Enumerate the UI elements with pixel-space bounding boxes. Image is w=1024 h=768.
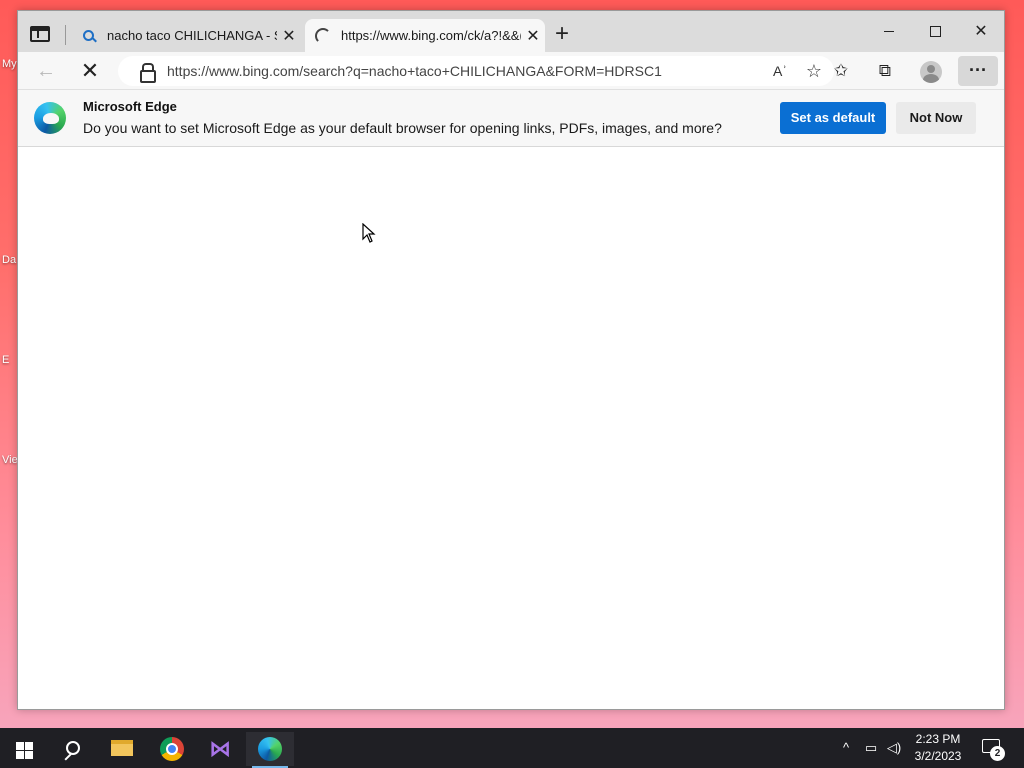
desktop-icon-fragment[interactable]: E [0, 354, 18, 384]
edge-browser-window: nacho taco CHILICHANGA - Sear ✕ https://… [17, 10, 1005, 710]
tab-title: https://www.bing.com/ck/a?!&&( [341, 28, 521, 43]
set-as-default-button[interactable]: Set as default [780, 102, 886, 134]
desktop-icon-fragment[interactable]: Da [0, 254, 18, 284]
notification-count-badge: 2 [990, 746, 1005, 761]
page-content-area[interactable] [18, 147, 1004, 707]
tab-search-results[interactable]: nacho taco CHILICHANGA - Sear ✕ [71, 19, 301, 52]
back-button[interactable]: ← [32, 58, 60, 84]
clock-date: 3/2/2023 [914, 749, 962, 763]
stop-loading-button[interactable]: ✕ [76, 58, 104, 84]
new-tab-button[interactable]: + [550, 22, 574, 47]
avatar [920, 60, 942, 83]
edge-icon[interactable] [246, 732, 294, 768]
visual-studio-icon[interactable]: ⋈ [197, 732, 245, 766]
show-hidden-icons-icon[interactable]: ^ [836, 728, 856, 768]
file-explorer-icon[interactable] [98, 732, 146, 766]
navigation-bar: ← ✕ https://www.bing.com/search?q=nacho+… [18, 52, 1004, 90]
minimize-button[interactable] [866, 21, 912, 43]
profile-avatar[interactable] [914, 58, 948, 84]
network-icon[interactable]: ▭ [860, 728, 882, 768]
minimize-icon [884, 31, 894, 33]
close-window-button[interactable]: ✕ [958, 21, 1004, 43]
address-bar[interactable]: https://www.bing.com/search?q=nacho+taco… [118, 56, 834, 86]
tab-separator [65, 25, 66, 45]
lock-icon[interactable] [138, 63, 156, 83]
start-icon[interactable] [0, 732, 48, 766]
read-aloud-icon[interactable]: Aʾ [766, 63, 794, 79]
close-tab-icon[interactable]: ✕ [277, 26, 301, 46]
clock-time: 2:23 PM [915, 732, 961, 746]
close-tab-icon[interactable]: ✕ [521, 26, 545, 46]
notifications-icon[interactable]: 2 [980, 736, 1006, 761]
favorites-icon[interactable]: ✩ [824, 58, 858, 84]
collections-icon[interactable]: ⧉ [868, 58, 902, 84]
close-icon: ✕ [974, 23, 988, 40]
tab-strip: nacho taco CHILICHANGA - Sear ✕ https://… [18, 11, 1004, 52]
settings-more-button[interactable]: ··· [958, 56, 998, 86]
volume-icon[interactable]: ◁) [884, 728, 904, 768]
desktop-icon-fragment[interactable]: Vie [0, 454, 18, 484]
not-now-button[interactable]: Not Now [896, 102, 976, 134]
maximize-button[interactable] [912, 21, 958, 43]
taskbar: ⋈ ^ ▭ ◁) 2:23 PM 3/2/2023 2 [0, 728, 1024, 768]
url-text[interactable]: https://www.bing.com/search?q=nacho+taco… [167, 63, 766, 79]
infobar-message: Do you want to set Microsoft Edge as you… [83, 120, 722, 136]
tab-bing-redirect[interactable]: https://www.bing.com/ck/a?!&&( ✕ [305, 19, 545, 52]
default-browser-infobar: Microsoft Edge Do you want to set Micros… [18, 90, 1004, 147]
search-icon [81, 28, 97, 44]
chrome-icon[interactable] [148, 732, 196, 766]
edge-logo-icon [34, 102, 66, 134]
search-icon[interactable] [48, 732, 96, 766]
maximize-icon [929, 26, 941, 38]
infobar-title: Microsoft Edge [83, 99, 177, 114]
loading-spinner-icon [315, 27, 331, 44]
tab-actions-icon[interactable] [30, 26, 50, 42]
tab-title: nacho taco CHILICHANGA - Sear [107, 28, 277, 43]
desktop-icon-fragment[interactable]: My [0, 58, 18, 88]
system-clock[interactable]: 2:23 PM 3/2/2023 [908, 731, 968, 765]
